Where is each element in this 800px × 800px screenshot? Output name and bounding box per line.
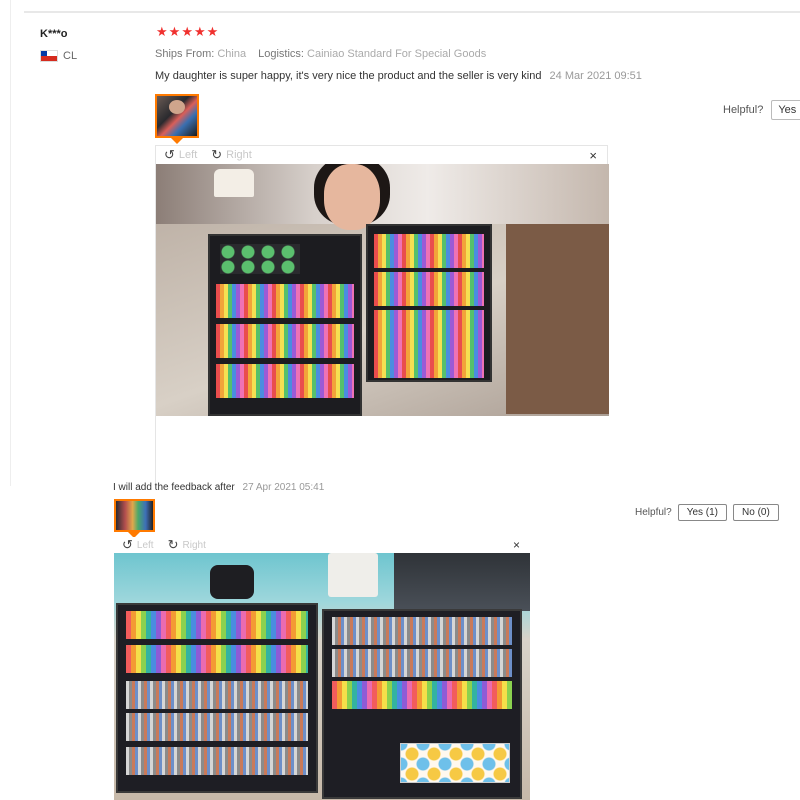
photo-viewer: ↺ Left ↻ Right × <box>155 145 609 486</box>
followup-photo <box>114 553 530 800</box>
star-icon: ★ <box>193 24 206 39</box>
shipping-meta: Ships From: China Logistics: Cainiao Sta… <box>155 48 486 60</box>
viewer-toolbar: ↺ Left ↻ Right × <box>114 537 530 553</box>
followup-panel: I will add the feedback after 27 Apr 202… <box>0 482 800 800</box>
country-code: CL <box>63 50 78 62</box>
close-icon[interactable]: × <box>589 148 597 163</box>
reviewer-country: CL <box>40 50 77 62</box>
helpful-label: Helpful? <box>635 507 672 518</box>
helpful-yes-button[interactable]: Yes <box>771 100 800 120</box>
star-icon: ★ <box>168 24 181 39</box>
divider <box>10 0 11 486</box>
rotate-left-icon[interactable]: ↺ <box>164 148 175 161</box>
helpful-no-button[interactable]: No (0) <box>733 504 779 521</box>
star-rating: ★ ★ ★ ★ ★ <box>156 25 218 39</box>
rotate-right-icon[interactable]: ↻ <box>211 148 222 161</box>
rotate-left-button[interactable]: Left <box>137 540 154 551</box>
rotate-left-button[interactable]: Left <box>179 149 197 161</box>
rotate-right-icon[interactable]: ↻ <box>168 538 179 551</box>
followup-date: 27 Apr 2021 05:41 <box>242 482 325 493</box>
followup-text: I will add the feedback after <box>113 482 235 493</box>
star-icon: ★ <box>206 24 219 39</box>
close-icon[interactable]: × <box>513 538 520 552</box>
divider <box>24 11 800 13</box>
helpful-label: Helpful? <box>723 104 764 116</box>
review-photo-thumbnail[interactable] <box>155 94 199 138</box>
rotate-right-button[interactable]: Right <box>183 540 206 551</box>
review-date: 24 Mar 2021 09:51 <box>549 70 642 82</box>
photo-viewer: ↺ Left ↻ Right × <box>114 537 530 800</box>
star-icon: ★ <box>156 24 168 39</box>
review-text: My daughter is super happy, it's very ni… <box>155 70 542 82</box>
chile-flag-icon <box>40 50 58 62</box>
review-panel: K***o CL ★ ★ ★ ★ ★ Ships From: China Log… <box>0 0 800 486</box>
helpful-controls: Helpful? Yes (1) No (0) <box>635 504 779 521</box>
followup-photo-thumbnail[interactable] <box>114 499 155 532</box>
rotate-left-icon[interactable]: ↺ <box>122 538 133 551</box>
helpful-controls: Helpful? Yes <box>723 100 800 120</box>
rotate-right-button[interactable]: Right <box>226 149 252 161</box>
review-photo <box>156 164 609 416</box>
viewer-toolbar: ↺ Left ↻ Right × <box>156 146 607 164</box>
ships-from: Ships From: China <box>155 48 247 60</box>
logistics: Logistics: Cainiao Standard For Special … <box>258 48 487 60</box>
reviewer-name: K***o <box>40 28 68 40</box>
star-icon: ★ <box>181 24 193 39</box>
thumbnail-pointer <box>171 138 183 144</box>
review-text-line: My daughter is super happy, it's very ni… <box>155 70 642 82</box>
followup-line: I will add the feedback after 27 Apr 202… <box>113 482 324 493</box>
helpful-yes-button[interactable]: Yes (1) <box>677 504 728 521</box>
